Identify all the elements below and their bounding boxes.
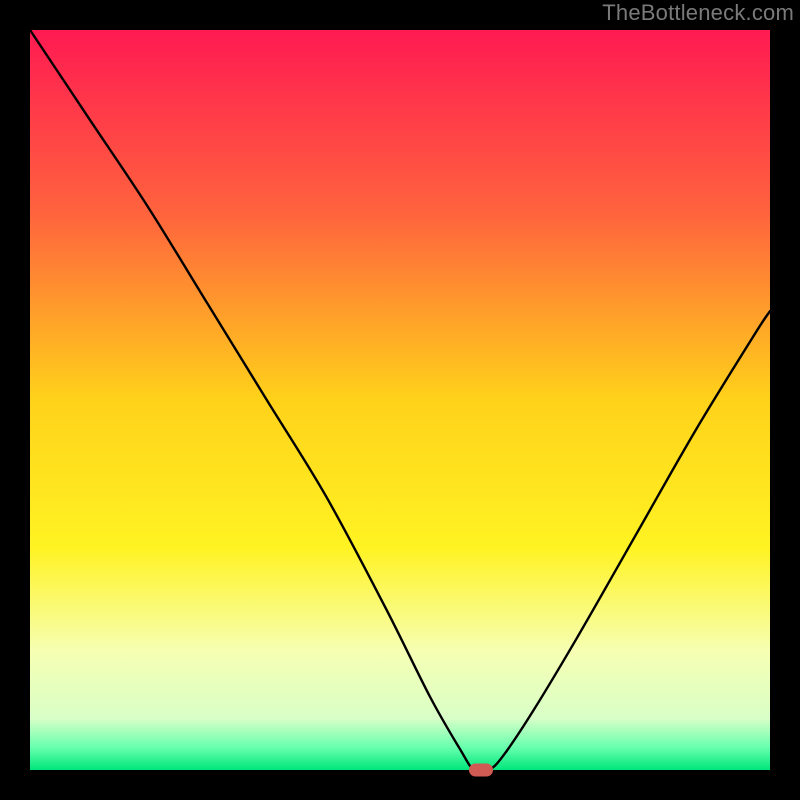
watermark-text: TheBottleneck.com	[602, 0, 794, 26]
gradient-rect	[30, 30, 770, 770]
plot-area	[30, 30, 770, 770]
chart-svg	[30, 30, 770, 770]
chart-frame: TheBottleneck.com	[0, 0, 800, 800]
